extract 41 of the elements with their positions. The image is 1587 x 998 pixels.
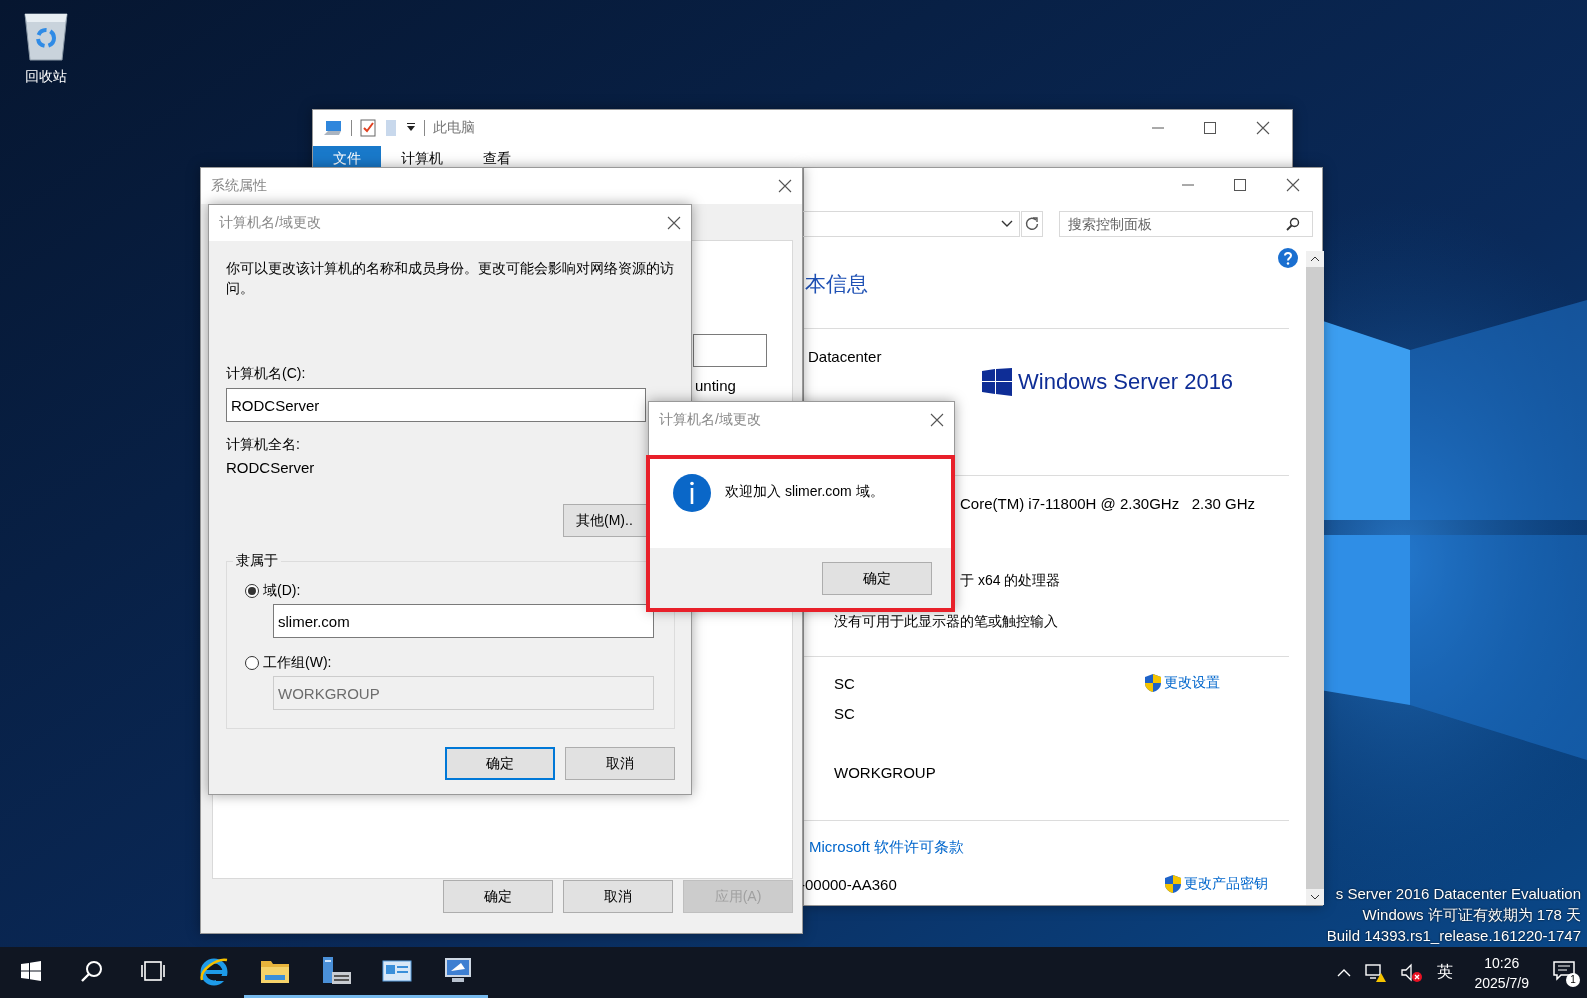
full-name-text: RODCServer bbox=[226, 459, 316, 476]
label-text: unting bbox=[695, 377, 736, 394]
full-name-text: SC bbox=[834, 705, 855, 722]
field-label: 计算机全名: bbox=[226, 436, 301, 454]
membership-field[interactable]: slimer.com bbox=[273, 604, 654, 638]
computer-name-field[interactable]: RODCServer bbox=[226, 388, 646, 422]
description-text: 你可以更改该计算机的名称和成员身份。更改可能会影响对网络资源的访问。 bbox=[226, 260, 675, 298]
system-type-text: 于 x64 的处理器 bbox=[960, 572, 1061, 590]
dialog-title: 计算机名/域更改 bbox=[219, 214, 321, 232]
change-settings-link[interactable]: 更改设置 bbox=[1164, 674, 1220, 692]
product-id-text: -00000-AA360 bbox=[800, 876, 897, 893]
section-heading: 本信息 bbox=[805, 271, 868, 297]
dialog-button[interactable]: 确定 bbox=[445, 747, 555, 780]
dialog-button[interactable]: 取消 bbox=[563, 880, 673, 913]
license-terms-link[interactable]: Microsoft 软件许可条款 bbox=[809, 838, 964, 857]
message-text: 欢迎加入 slimer.com 域。 bbox=[725, 483, 884, 501]
processor-text: Core(TM) i7-11800H @ 2.30GHz 2.30 GHz bbox=[960, 495, 1256, 512]
search-field[interactable]: 搜索控制面板 bbox=[1059, 211, 1313, 237]
notification-count: 1 bbox=[1566, 972, 1580, 987]
window-title: 此电脑 bbox=[433, 119, 475, 137]
edition-text: Datacenter bbox=[808, 348, 882, 365]
dialog-title: 计算机名/域更改 bbox=[659, 411, 761, 429]
pen-touch-text: 没有可用于此显示器的笔或触控输入 bbox=[834, 613, 1058, 631]
desktop-build-text: Windows 许可证有效期为 178 天 bbox=[1362, 905, 1581, 925]
dialog-button[interactable]: 取消 bbox=[565, 747, 675, 780]
desktop-build-text: s Server 2016 Datacenter Evaluation bbox=[1335, 884, 1581, 904]
product-year-text: 2016 bbox=[1184, 369, 1234, 395]
group-label: 隶属于 bbox=[233, 552, 281, 570]
dialog-title: 系统属性 bbox=[211, 177, 267, 195]
desktop-icon-label[interactable]: 回收站 bbox=[25, 68, 67, 86]
dialog-button[interactable]: 确定 bbox=[443, 880, 553, 913]
desktop-build-text: Build 14393.rs1_release.161220-1747 bbox=[1326, 926, 1581, 946]
workgroup-text: WORKGROUP bbox=[834, 764, 936, 781]
product-logo-text: Windows Server bbox=[1018, 369, 1179, 395]
computer-name-text: SC bbox=[834, 675, 855, 692]
radio-label[interactable]: 域(D): bbox=[263, 582, 301, 600]
input-method-indicator[interactable]: 英 bbox=[1436, 962, 1453, 983]
field-label: 计算机名(C): bbox=[226, 365, 307, 383]
change-product-key-link[interactable]: 更改产品密钥 bbox=[1184, 875, 1268, 893]
clock[interactable]: 10:26 2025/7/9 bbox=[1466, 952, 1537, 993]
ok-button[interactable]: 确定 bbox=[822, 562, 932, 595]
